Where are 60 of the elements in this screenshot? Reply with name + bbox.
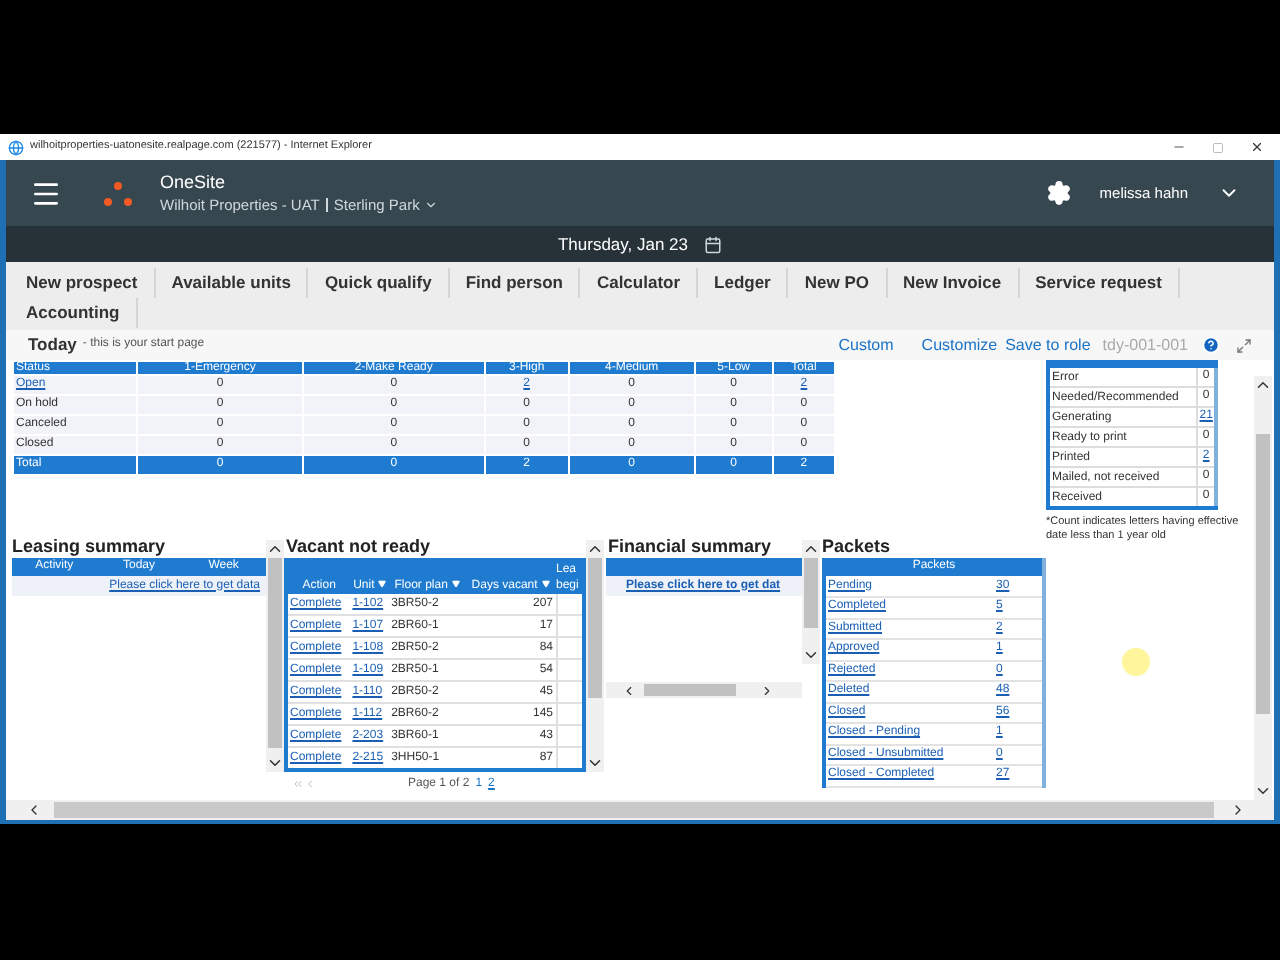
toolbar-link[interactable]: Custom (838, 333, 894, 357)
vertical-scrollbar[interactable] (802, 540, 820, 664)
close-icon[interactable] (1250, 140, 1264, 154)
panel-title: Vacant not ready (284, 536, 433, 558)
vertical-scrollbar[interactable] (586, 540, 604, 772)
scroll-up-icon[interactable] (802, 540, 820, 558)
logo-icon (102, 179, 134, 207)
scrollbar-thumb[interactable] (268, 558, 282, 748)
sort-icon (541, 580, 550, 589)
scrollbar-thumb[interactable] (1256, 434, 1270, 714)
quick-link[interactable]: Service request (1019, 268, 1180, 298)
vertical-scrollbar[interactable] (1254, 376, 1272, 800)
menu-icon[interactable] (30, 177, 62, 209)
scrollbar-thumb[interactable] (644, 684, 736, 696)
panel-title: Financial summary (606, 536, 774, 558)
scroll-right-icon[interactable] (760, 683, 774, 697)
quick-link[interactable]: New prospect (10, 268, 156, 298)
scroll-left-icon[interactable] (622, 683, 636, 697)
scrollbar-thumb[interactable] (54, 802, 1214, 818)
scroll-right-icon[interactable] (1230, 802, 1246, 818)
scroll-left-icon[interactable] (26, 802, 42, 818)
quick-link[interactable]: New Invoice (887, 268, 1020, 298)
scroll-down-icon[interactable] (586, 754, 604, 772)
cursor-highlight (1122, 648, 1150, 676)
quick-link[interactable]: Find person (449, 268, 581, 298)
horizontal-scrollbar[interactable] (6, 800, 1274, 820)
quick-link[interactable]: Available units (155, 268, 309, 298)
panel-title: Packets (822, 536, 893, 558)
quick-link[interactable]: Quick qualify (308, 268, 450, 298)
first-page-icon (292, 778, 304, 790)
toolbar-link[interactable]: Save to role (1005, 333, 1091, 357)
page-code: tdy-001-001 (1102, 333, 1188, 357)
scroll-down-icon[interactable] (266, 754, 284, 772)
vertical-scrollbar[interactable] (266, 540, 284, 772)
scrollbar-thumb[interactable] (804, 558, 818, 628)
settings-icon[interactable] (1045, 180, 1072, 206)
quick-link[interactable]: Calculator (580, 268, 699, 298)
quick-link[interactable]: New PO (788, 268, 887, 298)
horizontal-scrollbar[interactable] (606, 682, 802, 698)
scroll-up-icon[interactable] (1254, 376, 1272, 394)
today-title: Today (28, 332, 77, 358)
calendar-icon[interactable] (704, 235, 723, 253)
scrollbar-thumb[interactable] (588, 558, 602, 698)
toolbar-link[interactable]: Customize (921, 333, 998, 357)
panel-title: Leasing summary (12, 536, 168, 558)
quick-link[interactable]: Ledger (698, 268, 789, 298)
sort-icon (451, 580, 460, 589)
help-icon[interactable] (1202, 336, 1220, 354)
scroll-up-icon[interactable] (586, 540, 604, 558)
scroll-up-icon[interactable] (266, 540, 284, 558)
previous-page-icon (304, 778, 316, 790)
app-name: OneSite (160, 171, 228, 193)
expand-icon[interactable] (1236, 337, 1252, 353)
current-date: Thursday, Jan 23 (557, 231, 689, 257)
browser-icon (8, 139, 24, 155)
caret-icon (423, 197, 438, 211)
scroll-down-icon[interactable] (1254, 782, 1272, 800)
scroll-down-icon[interactable] (802, 646, 820, 664)
quick-link[interactable]: Accounting (10, 298, 138, 328)
sort-icon (378, 580, 387, 589)
